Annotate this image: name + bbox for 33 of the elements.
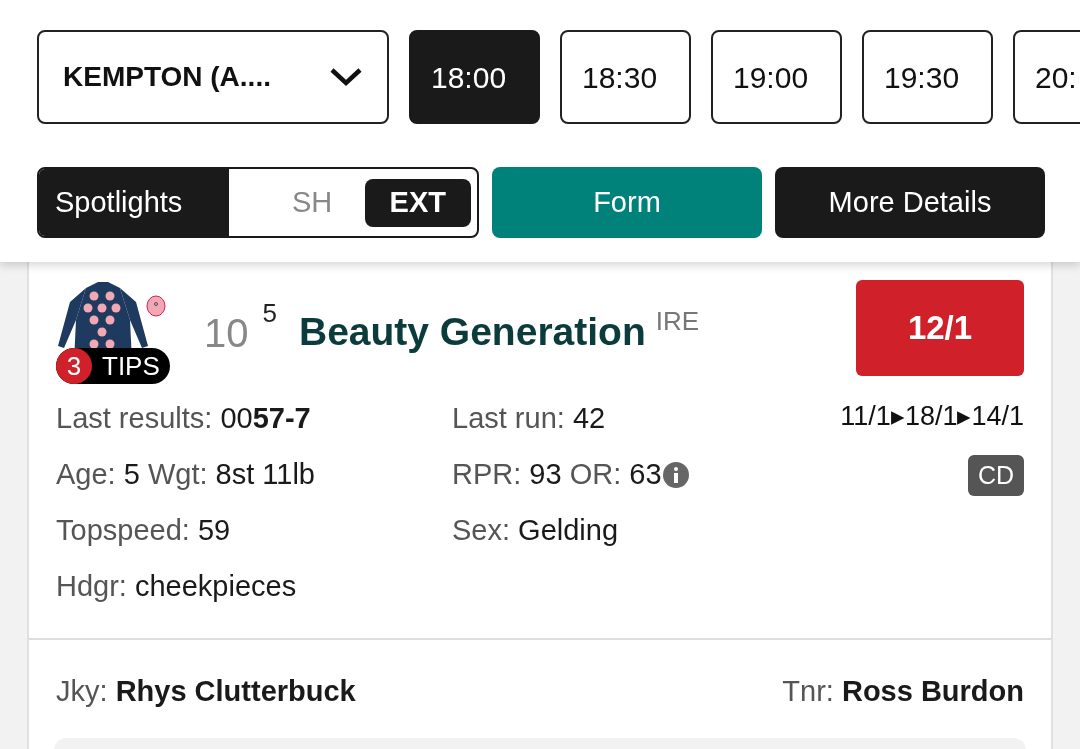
toggle-option[interactable]: EXT xyxy=(364,178,471,227)
section-tab[interactable]: Form xyxy=(492,167,762,238)
toggle-label: Spotlights xyxy=(39,169,229,236)
tips-count: 3 xyxy=(56,348,92,384)
runner-number: 10 xyxy=(204,309,249,357)
stat-text: Last run: 42 xyxy=(452,401,606,437)
section-tab[interactable]: More Details xyxy=(775,167,1045,238)
jockey-text: Jky: Rhys Clutterbuck xyxy=(56,674,356,709)
country-code: IRE xyxy=(655,305,700,338)
horse-name: Beauty Generation xyxy=(298,309,646,356)
stat-text: Hdgr: cheekpieces xyxy=(56,569,297,605)
race-time-tab[interactable]: 20: xyxy=(1013,30,1080,124)
course-distance-tag: CD xyxy=(967,454,1024,496)
stat-text: Wgt: 8st 11lb xyxy=(147,457,315,493)
stat-text: OR: 63 xyxy=(569,457,662,493)
toggle-option[interactable]: SH xyxy=(267,178,358,227)
race-time-tab[interactable]: 18:00 xyxy=(409,30,540,124)
tips-label: TIPS xyxy=(101,349,161,383)
odds-button[interactable]: 12/1 xyxy=(856,280,1024,376)
stat-text: Last results: 0057-7 xyxy=(56,401,311,437)
odds-history: 11/1▸18/1▸14/1 xyxy=(840,400,1024,433)
trainer-text: Tnr: Ross Burdon xyxy=(782,674,1024,709)
race-time-tab[interactable]: 19:30 xyxy=(862,30,993,124)
stat-text: Topspeed: 59 xyxy=(56,513,231,549)
stat-text: Age: 5 xyxy=(56,457,140,493)
stat-text: Sex: Gelding xyxy=(452,513,619,549)
race-time-tab[interactable]: 19:00 xyxy=(711,30,842,124)
meeting-dropdown[interactable]: KEMPTON (A.... xyxy=(37,30,389,124)
race-time-tab[interactable]: 18:30 xyxy=(560,30,691,124)
info-icon[interactable] xyxy=(661,461,690,489)
stat-text: RPR: 93 xyxy=(452,457,562,493)
chevron-down-icon xyxy=(329,67,363,87)
draw-number: 5 xyxy=(262,297,277,330)
